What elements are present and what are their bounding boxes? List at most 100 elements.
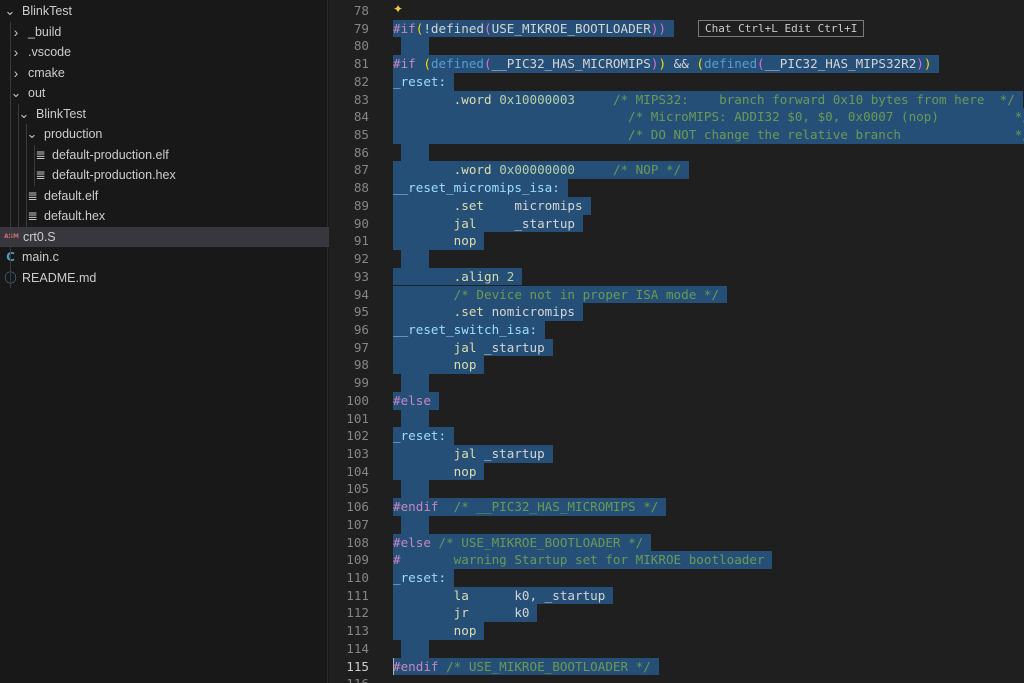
chevron-down-icon[interactable]: ⌄ — [4, 4, 16, 17]
indent-guide — [10, 21, 11, 288]
explorer-item[interactable]: › .vscode — [0, 42, 337, 63]
explorer-item[interactable]: ≣ default.elf — [0, 186, 353, 207]
code-line[interactable]: 108 #else /* USE_MIKROE_BOOTLOADER */ — [329, 533, 1024, 552]
code-line[interactable]: 81 #if (defined(__PIC32_HAS_MICROMIPS)) &… — [329, 55, 1024, 73]
line-number: 110 — [346, 570, 369, 586]
explorer-item[interactable]: › cmake — [0, 63, 337, 84]
code-token: )) — [650, 20, 667, 36]
selection-highlight — [401, 37, 429, 56]
explorer-item-label: default-production.hex — [52, 168, 176, 183]
code-line[interactable]: 99 — [329, 374, 1024, 392]
code-line[interactable]: 112 jr k0 — [329, 604, 1024, 623]
code-text: #endif /* USE_MIKROE_BOOTLOADER */ — [393, 658, 651, 676]
code-line[interactable]: 86 — [329, 143, 1024, 162]
code-text: #if (defined(__PIC32_HAS_MICROMIPS)) && … — [393, 55, 931, 73]
code-editor[interactable]: ✦ Chat Ctrl+L Edit Ctrl+I 78 79 #if(!defin… — [329, 0, 1024, 683]
code-line[interactable]: 93 .align 2 — [329, 267, 1024, 286]
code-line[interactable]: 85 /* DO NOT change the relative branch … — [329, 126, 1024, 144]
code-line[interactable]: 82 _reset: — [329, 72, 1024, 91]
code-line[interactable]: 116 — [329, 675, 1024, 683]
code-line[interactable]: 92 — [329, 250, 1024, 268]
code-line[interactable]: 111 la k0, _startup — [329, 586, 1024, 605]
chevron-down-icon[interactable]: ⌄ — [26, 127, 38, 140]
explorer-item[interactable]: ASM crt0.S — [0, 226, 331, 247]
line-number: 100 — [346, 392, 369, 408]
code-line[interactable]: 104 nop — [329, 462, 1024, 481]
line-number: 82 — [353, 73, 369, 89]
line-number: 91 — [353, 233, 369, 249]
code-line[interactable]: 115 #endif /* USE_MIKROE_BOOTLOADER */ — [329, 657, 1024, 676]
chevron-down-icon[interactable]: ⌄ — [10, 86, 22, 99]
code-line[interactable]: 103 jal _startup — [329, 445, 1024, 463]
code-line[interactable]: 87 .word 0x00000000 /* NOP */ — [329, 161, 1024, 180]
explorer-item-label: out — [28, 86, 46, 101]
chevron-right-icon[interactable]: › — [10, 42, 22, 62]
selection-highlight — [401, 143, 429, 162]
code-token: ) — [658, 56, 667, 72]
code-line[interactable]: 91 nop — [329, 232, 1024, 251]
code-line[interactable]: 101 — [329, 409, 1024, 428]
file-lines-icon: ≣ — [27, 209, 38, 224]
code-line[interactable]: 88 __reset_micromips_isa: — [329, 179, 1024, 197]
code-line[interactable]: 100 #else — [329, 391, 1024, 410]
code-token: micromips — [484, 197, 583, 213]
indent-guide — [18, 103, 19, 227]
code-line[interactable]: 98 nop — [329, 356, 1024, 375]
code-text: #if(!defined(USE_MIKROE_BOOTLOADER)) — [393, 20, 666, 38]
code-line[interactable]: 106 #endif /* __PIC32_HAS_MICROMIPS */ — [329, 498, 1024, 516]
code-token: #if — [393, 56, 424, 72]
code-line[interactable]: 79 #if(!defined(USE_MIKROE_BOOTLOADER)) — [329, 19, 1024, 38]
code-line[interactable]: 95 .set nomicromips — [329, 303, 1024, 321]
code-line[interactable]: 94 /* Device not in proper ISA mode */ — [329, 285, 1024, 304]
code-line[interactable]: 102 _reset: — [329, 427, 1024, 445]
code-line[interactable]: 84 /* MicroMIPS: ADDI32 $0, $0, 0x0007 (… — [329, 108, 1024, 126]
code-line[interactable]: 109 # warning Startup set for MIKROE boot… — [329, 551, 1024, 569]
code-line[interactable]: 80 — [329, 37, 1024, 56]
explorer-item-label: BlinkTest — [22, 4, 73, 19]
explorer-item-label: cmake — [28, 65, 65, 80]
code-token: ( — [484, 56, 492, 72]
explorer-item[interactable]: ⓘREADME.md — [0, 268, 331, 289]
code-line[interactable]: 110 _reset: — [329, 569, 1024, 587]
code-line[interactable]: 83 .word 0x10000003 /* MIPS32: branch fo… — [329, 90, 1024, 109]
explorer-item[interactable]: ⌄ production — [0, 124, 353, 145]
line-number: 78 — [353, 3, 369, 18]
code-line[interactable]: 105 — [329, 480, 1024, 499]
selection-highlight — [401, 639, 429, 658]
chevron-right-icon[interactable]: › — [10, 63, 22, 83]
code-line[interactable]: 114 — [329, 639, 1024, 658]
explorer-item[interactable]: ⌄ BlinkTest — [0, 1, 331, 22]
chevron-down-icon[interactable]: ⌄ — [18, 107, 30, 120]
code-line[interactable]: 113 nop — [329, 622, 1024, 640]
explorer-item[interactable]: ≣ default-production.elf — [0, 145, 361, 166]
code-token: /* USE_MIKROE_BOOTLOADER */ — [438, 534, 644, 550]
code-line[interactable]: 96 __reset_switch_isa: — [329, 320, 1024, 339]
chevron-right-icon[interactable]: › — [10, 22, 22, 42]
explorer-item[interactable]: ≣ default-production.hex — [0, 165, 361, 186]
explorer-item[interactable]: ≣ default.hex — [0, 206, 353, 227]
line-number: 111 — [346, 587, 369, 603]
line-number: 116 — [329, 675, 369, 683]
code-text: /* DO NOT change the relative branch */ — [393, 126, 1024, 144]
code-token: nop — [453, 233, 477, 249]
code-token: USE_MIKROE_BOOTLOADER — [491, 20, 651, 36]
explorer-item-label: .vscode — [28, 45, 72, 60]
code-line[interactable]: 90 jal _startup — [329, 214, 1024, 233]
explorer-item[interactable]: Cmain.c — [0, 247, 331, 268]
code-line[interactable]: 78 — [329, 2, 1024, 20]
code-line[interactable]: 89 .set micromips — [329, 196, 1024, 215]
code-token: __reset_micromips_isa: — [393, 180, 560, 196]
code-line[interactable]: 97 jal _startup — [329, 338, 1024, 357]
code-token: jr — [453, 605, 469, 621]
explorer-item[interactable]: › _build — [0, 22, 337, 43]
line-number: 98 — [353, 357, 369, 373]
code-token: && — [666, 56, 697, 72]
explorer-item-label: main.c — [22, 250, 59, 265]
code-line[interactable]: 107 — [329, 515, 1024, 534]
explorer-item[interactable]: ⌄ out — [0, 83, 337, 104]
explorer-item[interactable]: ⌄ BlinkTest — [0, 104, 345, 125]
